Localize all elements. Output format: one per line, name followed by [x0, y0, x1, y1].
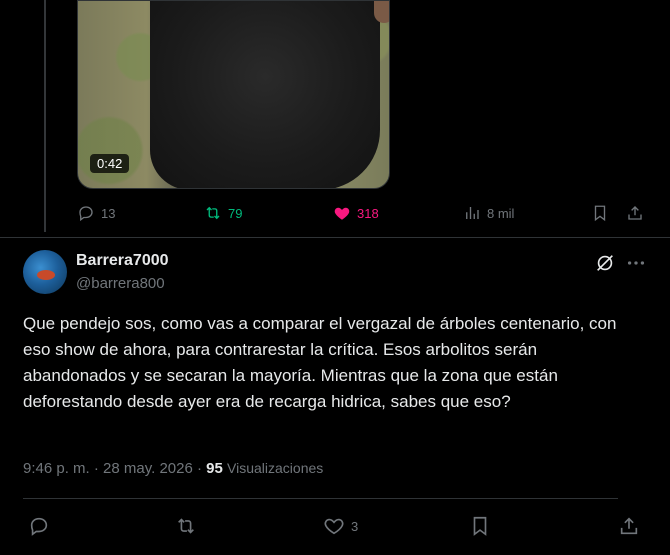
post-metadata: 9:46 p. m. · 28 may. 2026 · 95 Visualiza… — [23, 460, 323, 477]
bookmark-icon — [473, 516, 487, 536]
like-icon — [334, 207, 350, 220]
previous-tweet-actions: 13 79 318 8 mil — [0, 204, 670, 226]
views-count: 95 — [206, 460, 223, 477]
meta-separator: · — [197, 460, 202, 477]
grok-icon[interactable] — [594, 252, 616, 274]
retweet-icon — [178, 518, 194, 534]
share-action[interactable] — [626, 204, 644, 222]
reply-action[interactable]: 13 — [77, 204, 115, 222]
like-icon — [324, 518, 344, 535]
retweet-icon — [206, 206, 220, 220]
retweet-count: 79 — [228, 205, 243, 221]
reply-actions: 3 — [23, 501, 643, 555]
retweet-button[interactable] — [175, 515, 197, 537]
thread-line — [44, 0, 46, 232]
like-count: 318 — [357, 205, 379, 221]
post-text: Que pendejo sos, como vas a comparar el … — [23, 314, 617, 411]
share-icon — [620, 517, 638, 535]
views-action[interactable]: 8 mil — [463, 204, 514, 222]
user-handle[interactable]: @barrera800 — [76, 275, 165, 292]
more-icon[interactable] — [625, 252, 647, 274]
reply-post: Barrera7000 @barrera800 Que pendejo sos,… — [0, 238, 670, 555]
bookmark-action[interactable] — [591, 204, 609, 222]
bookmark-icon — [594, 205, 606, 222]
share-icon — [628, 206, 642, 220]
views-icon — [466, 207, 479, 219]
reply-icon — [30, 517, 48, 536]
post-time[interactable]: 9:46 p. m. — [23, 460, 90, 477]
views-label: Visualizaciones — [227, 460, 324, 476]
video-subject-arm — [374, 1, 389, 23]
reply-icon — [79, 206, 93, 222]
views-count: 8 mil — [487, 205, 515, 221]
meta-separator: · — [93, 460, 99, 477]
video-subject — [150, 1, 380, 188]
reply-count: 13 — [101, 205, 116, 221]
video-duration: 0:42 — [90, 154, 130, 173]
bookmark-button[interactable] — [469, 515, 491, 537]
display-name[interactable]: Barrera7000 — [76, 252, 169, 270]
retweet-action[interactable]: 79 — [204, 204, 242, 222]
like-action[interactable]: 318 — [333, 204, 379, 222]
like-button[interactable]: 3 — [323, 515, 358, 537]
avatar[interactable] — [23, 250, 67, 294]
like-count: 3 — [351, 518, 359, 534]
reply-button[interactable] — [28, 515, 50, 537]
post-date[interactable]: 28 may. 2026 — [103, 460, 193, 477]
share-button[interactable] — [618, 515, 640, 537]
actions-divider — [23, 498, 618, 499]
